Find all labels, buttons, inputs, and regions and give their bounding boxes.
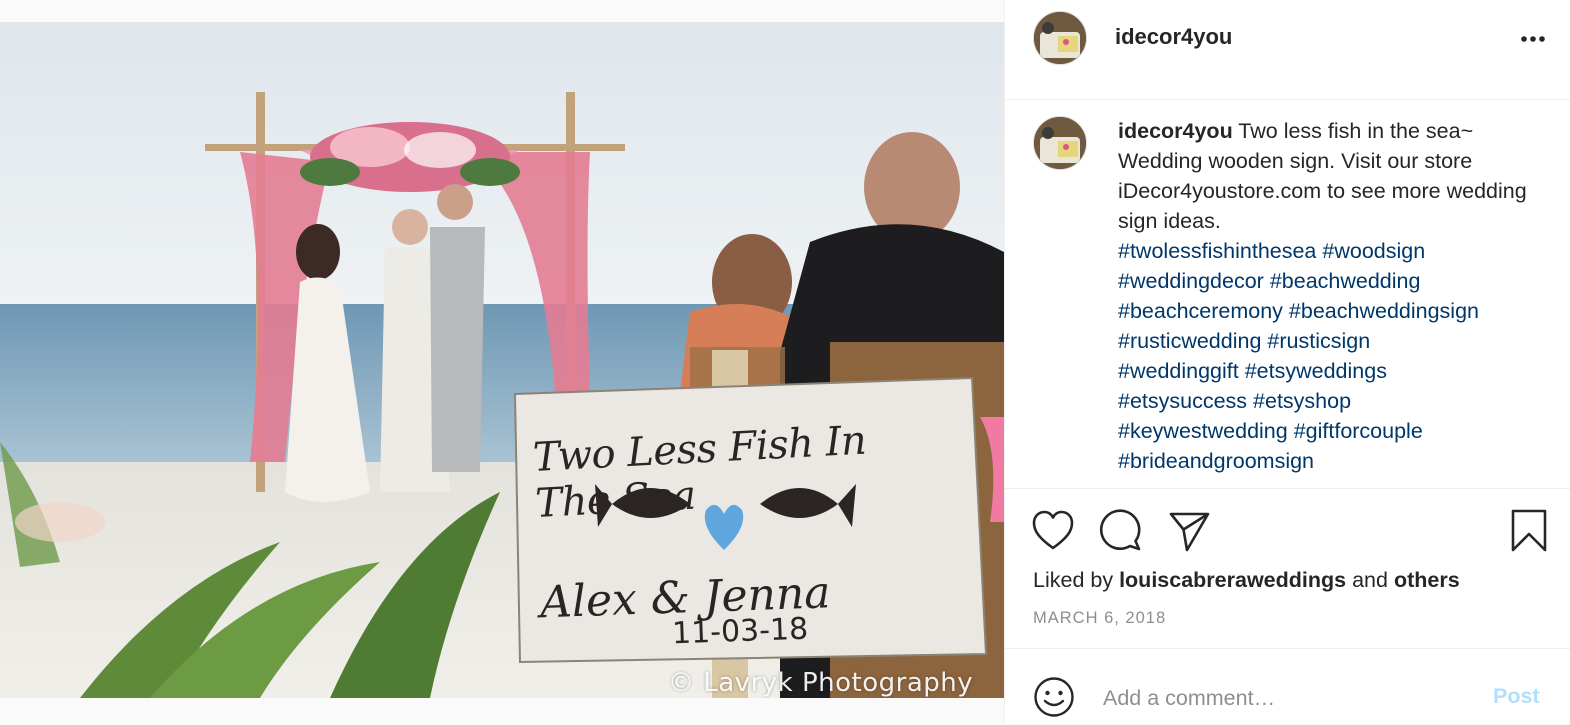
header-username[interactable]: idecor4you <box>1115 24 1232 50</box>
comment-button[interactable] <box>1099 505 1143 557</box>
comment-icon <box>1099 509 1141 551</box>
avatar-image <box>1034 117 1086 169</box>
comment-input[interactable] <box>1101 678 1475 718</box>
likes-others-link[interactable]: others <box>1394 568 1460 592</box>
sign-date-text: 11-03-18 <box>671 611 809 652</box>
hashtag[interactable]: #rusticsign <box>1267 329 1370 353</box>
hashtag[interactable]: #giftforcouple <box>1294 419 1423 443</box>
save-button[interactable] <box>1507 505 1551 557</box>
post-side-panel: idecor4you idecor4you Two less fish in t… <box>1004 0 1570 724</box>
post-date[interactable]: MARCH 6, 2018 <box>1033 609 1166 628</box>
photo-credit: © Lavryk Photography <box>668 668 974 698</box>
hashtag[interactable]: #brideandgroomsign <box>1118 449 1314 473</box>
more-options-button[interactable] <box>1515 22 1551 54</box>
photo-top-margin <box>0 0 1004 22</box>
avatar-image <box>1034 12 1086 64</box>
hashtag[interactable]: #keywestwedding <box>1118 419 1288 443</box>
likes-prefix: Liked by <box>1033 568 1114 592</box>
likes-summary: Liked by louiscabreraweddings and others <box>1033 568 1460 593</box>
hashtag[interactable]: #etsysuccess <box>1118 389 1247 413</box>
hashtag[interactable]: #twolessfishinthesea <box>1118 239 1316 263</box>
like-button[interactable] <box>1031 505 1075 557</box>
hashtag[interactable]: #weddingdecor <box>1118 269 1264 293</box>
caption-avatar[interactable] <box>1033 116 1087 170</box>
emoji-button[interactable] <box>1031 674 1077 720</box>
share-button[interactable] <box>1167 505 1211 557</box>
likes-joiner: and <box>1352 568 1388 592</box>
post-comment-button[interactable]: Post <box>1493 684 1540 709</box>
hashtag[interactable]: #beachceremony <box>1118 299 1283 323</box>
header-avatar[interactable] <box>1033 11 1087 65</box>
post-caption: idecor4you Two less fish in the sea~ Wed… <box>1118 116 1558 476</box>
bookmark-icon <box>1511 509 1547 552</box>
hashtag[interactable]: #etsyshop <box>1253 389 1351 413</box>
emoji-smile-icon <box>1034 677 1074 717</box>
caption-divider <box>1005 488 1570 489</box>
hashtag[interactable]: #etsyweddings <box>1245 359 1387 383</box>
hashtag[interactable]: #rusticwedding <box>1118 329 1261 353</box>
heart-icon <box>1032 510 1074 550</box>
hashtag[interactable]: #woodsign <box>1322 239 1425 263</box>
liked-by-user-link[interactable]: louiscabreraweddings <box>1119 568 1346 592</box>
photo-bottom-margin <box>0 698 1004 724</box>
hashtag[interactable]: #weddinggift <box>1118 359 1239 383</box>
comment-divider <box>1005 648 1570 649</box>
action-bar <box>1005 505 1570 557</box>
share-icon <box>1169 512 1210 552</box>
post-photo[interactable]: Two Less Fish In The Sea Alex & Jenna 11… <box>0 22 1004 698</box>
hashtag[interactable]: #beachweddingsign <box>1289 299 1479 323</box>
caption-username[interactable]: idecor4you <box>1118 119 1233 143</box>
header-divider <box>1005 99 1570 100</box>
hashtag[interactable]: #beachwedding <box>1270 269 1421 293</box>
more-horizontal-icon <box>1521 36 1545 42</box>
